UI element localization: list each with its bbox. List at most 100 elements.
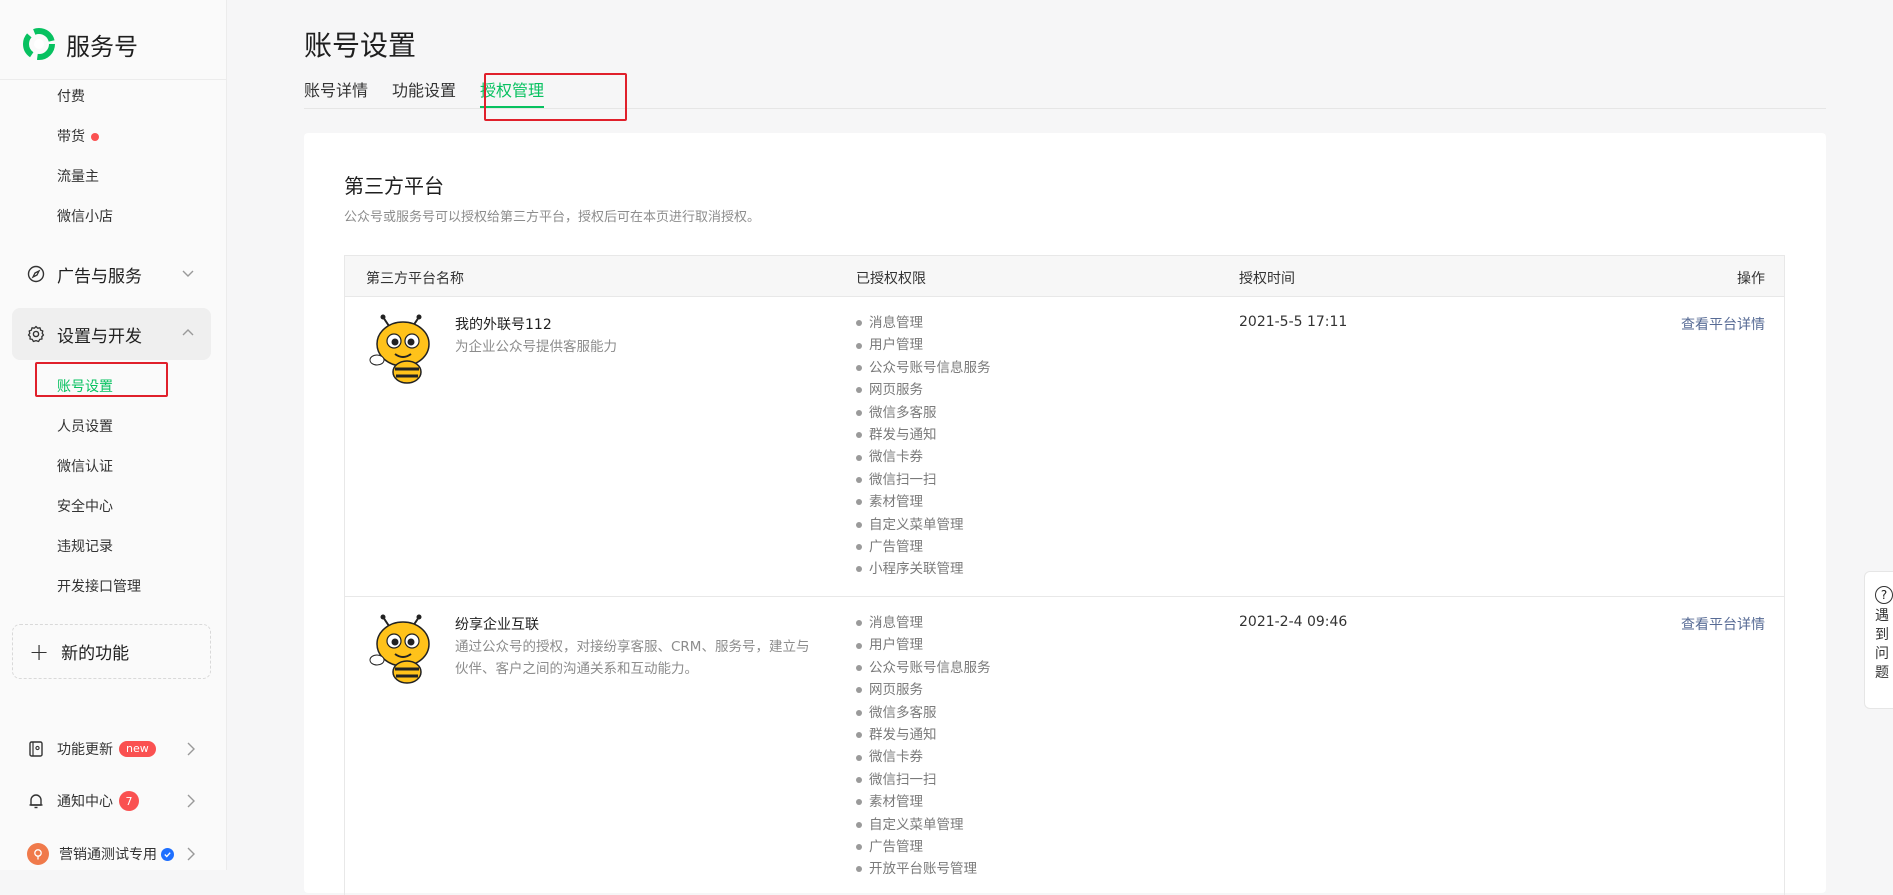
section-title: 第三方平台 (344, 174, 444, 198)
chevron-right-icon (187, 847, 195, 861)
sidebar-item-label: 微信认证 (57, 459, 113, 475)
sidebar-item-verification[interactable]: 微信认证 (57, 457, 113, 477)
col-header-op: 操作 (1737, 271, 1765, 287)
notification-count-badge: 7 (119, 791, 139, 811)
compass-icon (27, 265, 45, 283)
sidebar-item-label: 开发接口管理 (57, 579, 141, 595)
third-party-table: 第三方平台名称 已授权权限 授权时间 操作 我的外联号112 为企业公众号提供客… (344, 255, 1785, 895)
sidebar-group-settings[interactable]: 设置与开发 (12, 308, 211, 360)
permission-item: 广告管理 (856, 836, 991, 858)
tab-feature-settings[interactable]: 功能设置 (392, 80, 456, 108)
chevron-right-icon (187, 794, 195, 808)
chevron-down-icon (182, 270, 194, 277)
sidebar-item-updates[interactable]: 功能更新 new (27, 737, 197, 761)
permission-item: 网页服务 (856, 379, 991, 401)
avatar (27, 843, 49, 865)
sidebar-group-label: 广告与服务 (57, 266, 142, 287)
book-icon (27, 740, 45, 758)
platform-description: 为企业公众号提供客服能力 (455, 339, 617, 355)
permission-item: 网页服务 (856, 679, 991, 701)
help-text: 遇到问题 (1875, 608, 1889, 681)
new-feature-label: 新的功能 (61, 644, 130, 664)
permission-item: 群发与通知 (856, 424, 991, 446)
unread-dot (91, 133, 99, 141)
permission-item: 素材管理 (856, 491, 991, 513)
platform-description: 通过公众号的授权，对接纷享客服、CRM、服务号，建立与伙伴、客户之间的沟通关系和… (455, 639, 810, 677)
verified-icon (161, 847, 174, 861)
permission-item: 小程序关联管理 (856, 558, 991, 580)
sidebar-item-sell[interactable]: 带货 (57, 127, 99, 147)
sidebar-item-label: 带货 (57, 129, 85, 145)
permission-list: 消息管理 用户管理 公众号账号信息服务 网页服务 微信多客服 群发与通知 微信卡… (856, 312, 991, 581)
platform-name: 纷享企业互联 (455, 617, 539, 633)
sidebar-group-label: 设置与开发 (57, 326, 142, 347)
permission-item: 公众号账号信息服务 (856, 357, 991, 379)
sidebar-item-label: 流量主 (57, 169, 99, 185)
sidebar-item-account[interactable]: 营销通测试专用 (27, 842, 197, 866)
notifications-label: 通知中心 (57, 794, 113, 810)
service-account-logo-icon (23, 28, 55, 60)
gear-icon (27, 325, 45, 343)
auth-time: 2021-2-4 09:46 (1239, 614, 1348, 630)
platform-name: 我的外联号112 (455, 317, 552, 333)
permission-item: 微信卡券 (856, 446, 991, 468)
sidebar-item-members[interactable]: 人员设置 (57, 417, 113, 437)
view-platform-details-link[interactable]: 查看平台详情 (1681, 614, 1765, 634)
sidebar-item-notifications[interactable]: 通知中心 7 (27, 789, 197, 813)
brand-divider (0, 79, 227, 80)
permission-item: 微信卡券 (856, 746, 991, 768)
tab-account-details[interactable]: 账号详情 (304, 80, 368, 108)
col-header-time: 授权时间 (1239, 271, 1295, 287)
permission-item: 微信扫一扫 (856, 469, 991, 491)
permission-item: 消息管理 (856, 312, 991, 334)
permission-item: 消息管理 (856, 612, 991, 634)
permission-item: 公众号账号信息服务 (856, 657, 991, 679)
chevron-right-icon (187, 742, 195, 756)
table-header: 第三方平台名称 已授权权限 授权时间 操作 (345, 256, 1784, 297)
sidebar-item-violations[interactable]: 违规记录 (57, 537, 113, 557)
highlight-box-tab (484, 73, 627, 121)
sidebar: 服务号 付费 带货 流量主 微信小店 广告与服务 设置与开发 账号设置 人员设置… (0, 0, 227, 870)
question-icon: ? (1875, 586, 1893, 604)
help-float-button[interactable]: ? 遇到问题 (1864, 571, 1893, 709)
auth-time: 2021-5-5 17:11 (1239, 314, 1348, 330)
sidebar-item-dev-api[interactable]: 开发接口管理 (57, 577, 141, 597)
page-title: 账号设置 (304, 29, 417, 62)
new-badge: new (119, 741, 156, 757)
sidebar-item-label: 人员设置 (57, 419, 113, 435)
permission-item: 微信多客服 (856, 402, 991, 424)
bee-mascot-icon (369, 314, 430, 384)
permission-item: 微信多客服 (856, 702, 991, 724)
permission-item: 自定义菜单管理 (856, 514, 991, 536)
permission-item: 微信扫一扫 (856, 769, 991, 791)
permission-list: 消息管理 用户管理 公众号账号信息服务 网页服务 微信多客服 群发与通知 微信卡… (856, 612, 991, 881)
section-description: 公众号或服务号可以授权给第三方平台，授权后可在本页进行取消授权。 (344, 210, 761, 225)
col-header-name: 第三方平台名称 (366, 271, 464, 287)
sidebar-item-traffic[interactable]: 流量主 (57, 167, 99, 187)
sidebar-item-label: 违规记录 (57, 539, 113, 555)
new-feature-button[interactable]: + 新的功能 (12, 624, 211, 679)
permission-item: 素材管理 (856, 791, 991, 813)
highlight-box-sidebar (35, 362, 168, 397)
chevron-up-icon (182, 329, 194, 336)
bee-mascot-icon (369, 614, 430, 684)
col-header-perms: 已授权权限 (856, 271, 926, 287)
view-platform-details-link[interactable]: 查看平台详情 (1681, 314, 1765, 334)
bell-icon (27, 792, 45, 810)
sidebar-group-ads[interactable]: 广告与服务 (12, 248, 211, 300)
updates-label: 功能更新 (57, 742, 113, 758)
sidebar-item-shop[interactable]: 微信小店 (57, 207, 113, 227)
app-name: 服务号 (66, 32, 138, 61)
sidebar-item-label: 付费 (57, 89, 85, 105)
permission-item: 群发与通知 (856, 724, 991, 746)
permission-item: 用户管理 (856, 334, 991, 356)
permission-item: 用户管理 (856, 634, 991, 656)
sidebar-item-pay[interactable]: 付费 (57, 87, 85, 107)
permission-item: 广告管理 (856, 536, 991, 558)
sidebar-item-label: 微信小店 (57, 209, 113, 225)
account-name: 营销通测试专用 (59, 847, 157, 863)
permission-item: 自定义菜单管理 (856, 814, 991, 836)
brand[interactable]: 服务号 (22, 26, 138, 62)
sidebar-item-security[interactable]: 安全中心 (57, 497, 113, 517)
sidebar-item-label: 安全中心 (57, 499, 113, 515)
